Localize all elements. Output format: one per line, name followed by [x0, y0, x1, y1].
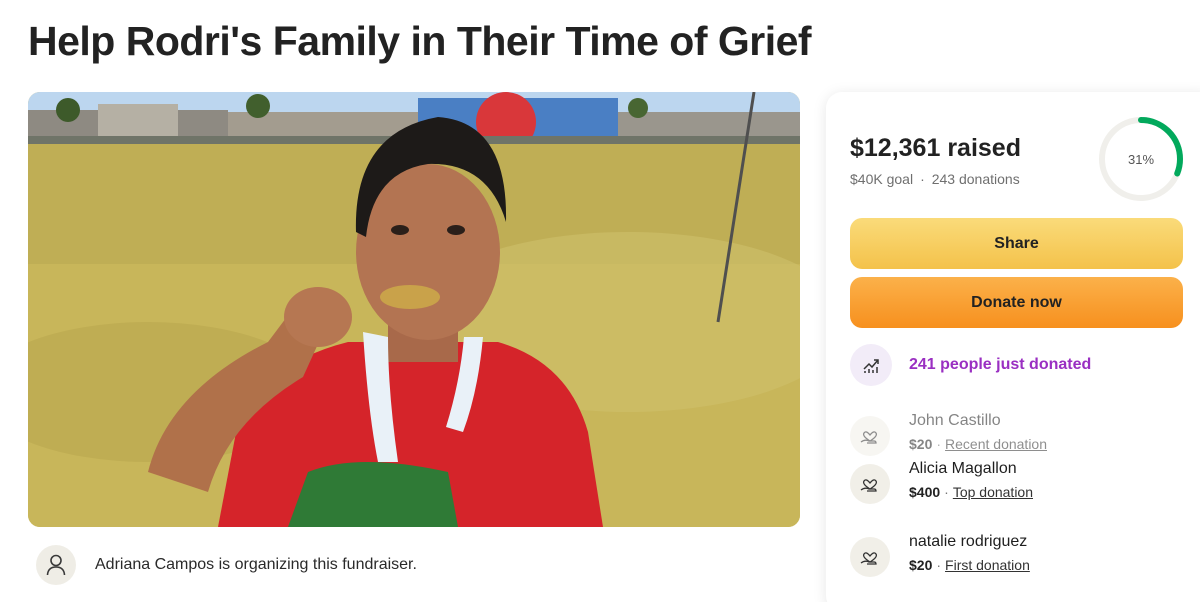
organizer-text: Adriana Campos is organizing this fundra…	[95, 556, 417, 573]
heart-hand-icon	[850, 416, 890, 456]
donor-name: natalie rodriguez	[909, 533, 1028, 550]
donor-detail: $20 · Recent donation	[909, 436, 1047, 452]
donation-card: $12,361 raised $40K goal · 243 donations 3…	[826, 92, 1200, 602]
hero-photo	[28, 92, 800, 527]
donor-detail: $20 · First donation	[909, 557, 1030, 573]
goal-amount: $40K goal	[850, 171, 914, 187]
donor-amount: $20	[909, 557, 933, 573]
trending-up-icon	[850, 344, 892, 386]
donation-count: 243 donations	[931, 171, 1020, 187]
donor-name: John Castillo	[909, 412, 1001, 429]
donor-separator: ·	[936, 557, 942, 573]
donor-detail: $400 · Top donation	[909, 484, 1033, 500]
heart-hand-icon	[850, 537, 890, 577]
donor-name: Alicia Magallon	[909, 460, 1017, 477]
donor-separator: ·	[936, 436, 942, 452]
donor-amount: $20	[909, 436, 933, 452]
donation-type-link[interactable]: Top donation	[953, 484, 1033, 500]
donor-amount: $400	[909, 484, 941, 500]
heart-hand-icon	[850, 464, 890, 504]
hero-image[interactable]	[28, 92, 800, 527]
progress-percent: 31%	[1127, 151, 1155, 167]
meta-separator: ·	[920, 171, 925, 187]
page-title: Help Rodri's Family in Their Time of Gri…	[28, 18, 812, 64]
trending-row: 241 people just donated	[850, 344, 1091, 386]
goal-summary: $40K goal · 243 donations	[850, 171, 1020, 187]
donation-type-link[interactable]: Recent donation	[945, 436, 1047, 452]
organizer-row: Adriana Campos is organizing this fundra…	[36, 545, 417, 585]
donation-type-link[interactable]: First donation	[945, 557, 1030, 573]
share-button[interactable]: Share	[850, 218, 1183, 269]
trending-text: 241 people just donated	[909, 356, 1092, 373]
amount-raised: $12,361 raised	[850, 134, 1021, 162]
donor-separator: ·	[944, 484, 949, 500]
donate-now-button[interactable]: Donate now	[850, 277, 1183, 328]
user-icon	[36, 545, 76, 585]
